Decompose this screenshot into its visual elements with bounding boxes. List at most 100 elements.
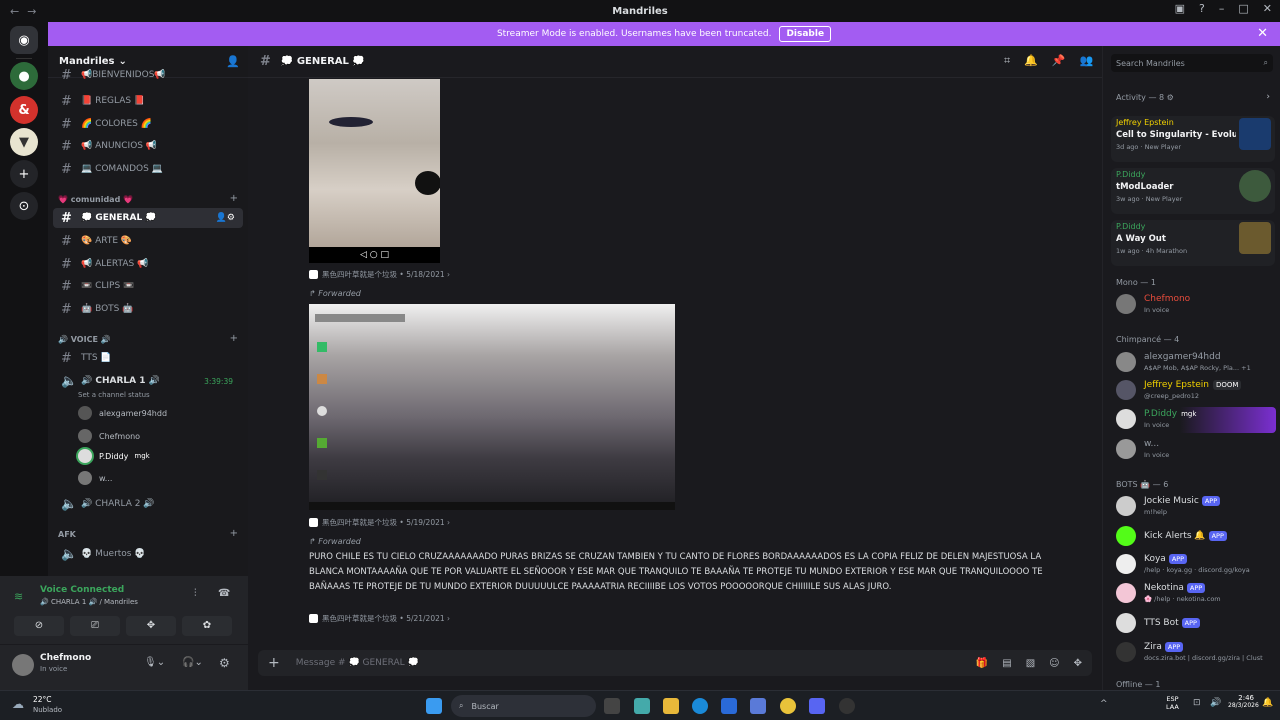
- forward-meta[interactable]: 黑色四叶草就是个垃圾 • 5/21/2021 ›: [309, 613, 450, 624]
- volume-icon[interactable]: 🔊: [1210, 698, 1221, 708]
- members-icon[interactable]: 👥: [1080, 54, 1094, 68]
- emoji-icon[interactable]: ☺: [1049, 658, 1059, 669]
- user-name[interactable]: Chefmono: [40, 653, 91, 663]
- disconnect-icon[interactable]: ☎: [218, 588, 230, 599]
- maximize-icon[interactable]: □: [1238, 2, 1248, 15]
- activities-icon[interactable]: ✥: [126, 616, 176, 636]
- soundboard-icon[interactable]: ✿: [182, 616, 232, 636]
- channel-reglas[interactable]: # 📕 REGLAS 📕: [53, 91, 243, 111]
- channel-clips[interactable]: # 📼 CLIPS 📼: [53, 276, 243, 296]
- category-voice[interactable]: 🔊 VOICE 🔊: [58, 335, 111, 344]
- add-server-icon[interactable]: +: [10, 160, 38, 188]
- forward-meta[interactable]: 黑色四叶草就是个垃圾 • 5/19/2021 ›: [309, 517, 450, 528]
- add-channel-icon[interactable]: +: [230, 193, 238, 204]
- voice-channel-charla2[interactable]: 🔈 🔊 CHARLA 2 🔊: [53, 494, 243, 514]
- member-item[interactable]: w... In voice: [1116, 437, 1276, 463]
- threads-icon[interactable]: ⌗: [1004, 54, 1010, 68]
- weather-temp[interactable]: 22°C: [33, 695, 52, 704]
- voice-user[interactable]: w...: [78, 471, 112, 485]
- tray-chevron-icon[interactable]: ^: [1100, 699, 1108, 709]
- screen-share-icon[interactable]: ⎚: [70, 616, 120, 636]
- voice-channel-charla1[interactable]: 🔈 🔊 CHARLA 1 🔊 3:39:39: [53, 371, 243, 391]
- network-icon[interactable]: ⊡: [1193, 698, 1201, 708]
- voice-channel-muertos[interactable]: 🔈 💀 Muertos 💀: [53, 544, 243, 564]
- sticker-icon[interactable]: ▧: [1026, 658, 1035, 669]
- member-item[interactable]: Kick Alerts 🔔 APP: [1116, 524, 1276, 550]
- channel-colores[interactable]: # 🌈 COLORES 🌈: [53, 114, 243, 134]
- category-afk[interactable]: AFK: [58, 530, 76, 539]
- activity-card[interactable]: P.Diddy A Way Out 1w ago · 4h Marathon: [1111, 220, 1275, 266]
- headphones-icon[interactable]: 🎧⌄: [182, 657, 203, 668]
- notification-icon[interactable]: 🔔: [1262, 698, 1273, 708]
- file-explorer-icon[interactable]: [663, 698, 679, 714]
- channel-alertas[interactable]: # 📢 ALERTAS 📢: [53, 254, 243, 274]
- app-icon[interactable]: [634, 698, 650, 714]
- attached-image[interactable]: ◁ ○ □: [309, 79, 440, 263]
- message-input-placeholder[interactable]: Message # 💭 GENERAL 💭: [296, 658, 419, 668]
- member-item[interactable]: P.Diddy mgk In voice: [1116, 407, 1276, 433]
- attached-image[interactable]: [309, 304, 675, 510]
- channel-tts[interactable]: # TTS 📄: [53, 348, 243, 368]
- add-attachment-icon[interactable]: +: [268, 655, 280, 671]
- activity-header[interactable]: Activity — 8 ⚙: [1116, 93, 1174, 102]
- member-item[interactable]: Jeffrey Epstein DOOM @creep_pedro12: [1116, 378, 1276, 404]
- invite-icon[interactable]: 👤: [226, 55, 240, 68]
- close-banner-icon[interactable]: ✕: [1257, 26, 1268, 41]
- forward-meta[interactable]: 黑色四叶草就是个垃圾 • 5/18/2021 ›: [309, 269, 450, 280]
- help-icon[interactable]: ?: [1199, 2, 1205, 15]
- chevron-right-icon[interactable]: ›: [1266, 92, 1270, 102]
- message-composer[interactable]: + Message # 💭 GENERAL 💭 🎁 ▤ ▧ ☺ ✥: [258, 650, 1092, 676]
- add-channel-icon[interactable]: +: [230, 333, 238, 344]
- app-icon[interactable]: [750, 698, 766, 714]
- search-input[interactable]: Search Mandriles ⌕: [1111, 54, 1273, 72]
- dnd-server-icon[interactable]: &: [10, 96, 38, 124]
- apps-icon[interactable]: ✥: [1074, 658, 1082, 669]
- microphone-icon[interactable]: 🎙⌄: [144, 657, 165, 668]
- category-comunidad[interactable]: 💗 comunidad 💗: [58, 195, 133, 204]
- member-item[interactable]: Jockie Music APP m!help: [1116, 494, 1276, 520]
- minimize-icon[interactable]: –: [1219, 2, 1225, 15]
- gif-icon[interactable]: ▤: [1002, 658, 1011, 669]
- close-window-icon[interactable]: ✕: [1263, 2, 1272, 15]
- language-indicator[interactable]: ESP LAA: [1166, 695, 1179, 711]
- settings-icon[interactable]: 👤⚙: [216, 213, 235, 223]
- avatar[interactable]: [12, 654, 34, 676]
- channel-status[interactable]: Set a channel status: [78, 391, 150, 399]
- discord-taskbar-icon[interactable]: [809, 698, 825, 714]
- channel-anuncios[interactable]: # 📢 ANUNCIOS 📢: [53, 136, 243, 156]
- member-item[interactable]: Zira APP docs.zira.bot | discord.gg/zira …: [1116, 640, 1276, 666]
- channel-arte[interactable]: # 🎨 ARTE 🎨: [53, 231, 243, 251]
- bell-icon[interactable]: 🔔: [1024, 54, 1038, 68]
- member-item[interactable]: alexgamer94hdd A$AP Mob, A$AP Rocky, Pla…: [1116, 350, 1276, 376]
- server-icon[interactable]: ●: [10, 62, 38, 90]
- add-channel-icon[interactable]: +: [230, 528, 238, 539]
- voice-connected-label[interactable]: Voice Connected: [40, 585, 124, 595]
- chrome-icon[interactable]: [780, 698, 796, 714]
- activity-card[interactable]: P.Diddy tModLoader 3w ago · New Player: [1111, 168, 1275, 214]
- clock[interactable]: 2:46 28/3/2026: [1228, 694, 1259, 709]
- camera-off-icon[interactable]: ⊘: [14, 616, 64, 636]
- member-item[interactable]: Nekotina APP 🌸 /help · nekotina.com: [1116, 581, 1276, 607]
- member-item[interactable]: Chefmono In voice: [1116, 292, 1276, 318]
- activity-card[interactable]: Jeffrey Epstein Cell to Singularity - Ev…: [1111, 116, 1275, 162]
- channel-comandos[interactable]: # 💻 COMANDOS 💻: [53, 159, 243, 179]
- disable-button[interactable]: Disable: [779, 26, 832, 42]
- task-view-icon[interactable]: [604, 698, 620, 714]
- weather-desc[interactable]: Nublado: [33, 706, 62, 714]
- pin-icon[interactable]: 📌: [1052, 54, 1066, 68]
- store-icon[interactable]: [721, 698, 737, 714]
- obs-icon[interactable]: [839, 698, 855, 714]
- member-item[interactable]: Koya APP /help · koya.gg · discord.gg/koy…: [1116, 552, 1276, 578]
- member-item[interactable]: TTS Bot APP: [1116, 611, 1276, 637]
- gift-icon[interactable]: 🎁: [976, 658, 988, 669]
- discover-icon[interactable]: ⊙: [10, 192, 38, 220]
- windows-start-icon[interactable]: [426, 698, 442, 714]
- channel-bienvenidos[interactable]: # 📢BIENVENIDOS📢: [53, 68, 243, 82]
- user-settings-icon[interactable]: ⚙: [219, 656, 230, 670]
- noise-icon[interactable]: ⫶: [194, 588, 197, 599]
- channel-bots[interactable]: # 🤖 BOTS 🤖: [53, 299, 243, 319]
- voice-user[interactable]: alexgamer94hdd: [78, 406, 167, 420]
- voice-connected-channel[interactable]: 🔊 CHARLA 1 🔊 / Mandriles: [40, 598, 138, 606]
- voice-user[interactable]: P.Diddy mgk: [78, 449, 150, 463]
- inbox-icon[interactable]: ▣: [1175, 2, 1185, 15]
